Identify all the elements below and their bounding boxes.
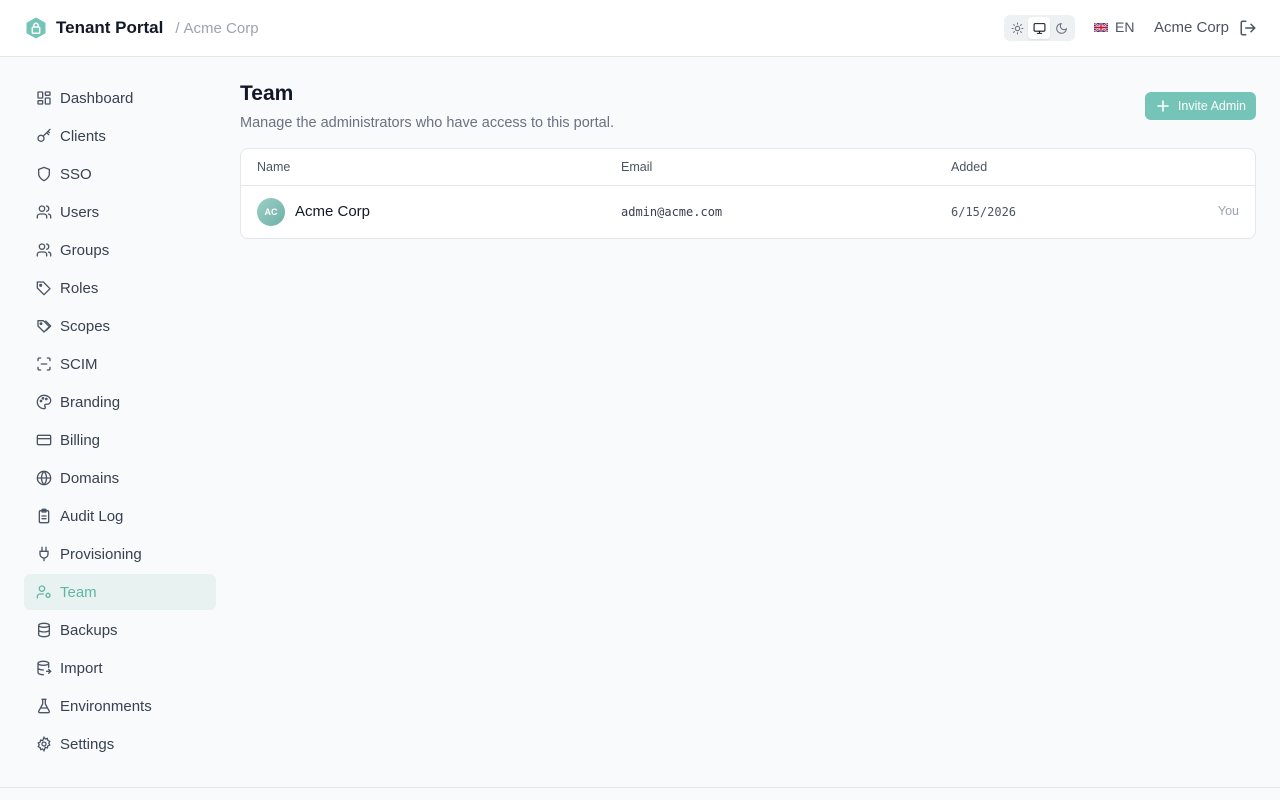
app-title: Tenant Portal — [56, 18, 164, 37]
sidebar-item-label: Clients — [60, 127, 106, 145]
tags-icon — [36, 318, 52, 334]
sidebar-item-scopes[interactable]: Scopes — [24, 308, 216, 344]
sidebar-item-users[interactable]: Users — [24, 194, 216, 230]
gear-icon — [36, 736, 52, 752]
sidebar-item-label: Domains — [60, 469, 120, 487]
dashboard-icon — [36, 90, 52, 106]
sidebar-item-sso[interactable]: SSO — [24, 156, 216, 192]
sidebar-item-provisioning[interactable]: Provisioning — [24, 536, 216, 572]
tag-icon — [36, 280, 52, 296]
database-icon — [36, 622, 52, 638]
sidebar-item-audit-log[interactable]: Audit Log — [24, 498, 216, 534]
team-table: Name Email Added AC Acme Corp admin@acme… — [240, 148, 1256, 239]
sidebar-item-clients[interactable]: Clients — [24, 118, 216, 154]
sidebar-item-label: Scopes — [60, 317, 111, 335]
user-cog-icon — [36, 584, 52, 600]
sidebar-item-settings[interactable]: Settings — [24, 726, 216, 762]
column-header-email: Email — [621, 160, 653, 174]
palette-icon — [36, 394, 52, 410]
theme-light-button[interactable] — [1006, 17, 1028, 39]
main-content: Team Manage the administrators who have … — [240, 80, 1256, 239]
uk-flag-icon — [1094, 22, 1108, 32]
sidebar-item-import[interactable]: Import — [24, 650, 216, 686]
sidebar-item-label: Branding — [60, 393, 121, 411]
top-header: Tenant Portal / Acme Corp EN Acme Corp — [0, 0, 1280, 57]
logout-icon — [1240, 20, 1256, 36]
sidebar-item-team[interactable]: Team — [24, 574, 216, 610]
sidebar-item-environments[interactable]: Environments — [24, 688, 216, 724]
column-header-added: Added — [951, 160, 988, 174]
page-subtitle: Manage the administrators who have acces… — [240, 115, 614, 131]
table-row: AC Acme Corp admin@acme.com 6/15/2026 Yo… — [241, 186, 1255, 238]
sidebar-item-label: Users — [60, 203, 100, 221]
sidebar-item-domains[interactable]: Domains — [24, 460, 216, 496]
theme-system-button[interactable] — [1028, 17, 1050, 39]
theme-dark-button[interactable] — [1050, 17, 1072, 39]
sidebar-item-backups[interactable]: Backups — [24, 612, 216, 648]
sidebar-item-label: Environments — [60, 697, 152, 715]
sidebar-item-label: SSO — [60, 165, 92, 183]
shield-icon — [36, 166, 52, 182]
scan-icon — [36, 356, 52, 372]
app-logo-icon — [24, 16, 48, 40]
flask-icon — [36, 698, 52, 714]
admin-added-date: 6/15/2026 — [951, 205, 1017, 219]
language-switcher[interactable]: EN — [1094, 19, 1134, 35]
sidebar-nav: Dashboard Clients SSO Users Groups Roles… — [24, 80, 216, 764]
users-icon — [36, 242, 52, 258]
monitor-icon — [1033, 22, 1045, 34]
sidebar-item-label: SCIM — [60, 355, 98, 373]
logout-button[interactable] — [1239, 19, 1257, 37]
current-user-tag: You — [1217, 204, 1239, 218]
sidebar-item-label: Settings — [60, 735, 115, 753]
breadcrumb-tenant: Acme Corp — [183, 19, 259, 37]
account-name[interactable]: Acme Corp — [1154, 19, 1229, 36]
sun-icon — [1011, 22, 1023, 34]
globe-icon — [36, 470, 52, 486]
sidebar-item-label: Import — [60, 659, 103, 677]
page-title: Team — [240, 82, 294, 105]
sidebar-item-branding[interactable]: Branding — [24, 384, 216, 420]
admin-name: Acme Corp — [295, 203, 371, 220]
plus-icon — [1157, 100, 1169, 112]
sidebar-item-scim[interactable]: SCIM — [24, 346, 216, 382]
sidebar-item-roles[interactable]: Roles — [24, 270, 216, 306]
moon-icon — [1055, 22, 1067, 34]
column-header-name: Name — [257, 160, 291, 174]
key-icon — [36, 128, 52, 144]
sidebar-item-label: Billing — [60, 431, 101, 449]
sidebar-item-groups[interactable]: Groups — [24, 232, 216, 268]
invite-admin-button[interactable]: Invite Admin — [1144, 92, 1256, 120]
credit-card-icon — [36, 432, 52, 448]
plug-icon — [36, 546, 52, 562]
avatar: AC — [257, 198, 285, 226]
breadcrumb: / Acme Corp — [175, 19, 259, 37]
sidebar-item-label: Provisioning — [60, 545, 142, 563]
database-import-icon — [36, 660, 52, 676]
admin-email: admin@acme.com — [621, 205, 723, 219]
sidebar-item-label: Dashboard — [60, 89, 134, 107]
users-icon — [36, 204, 52, 220]
sidebar-item-label: Audit Log — [60, 507, 124, 525]
sidebar-item-label: Backups — [60, 621, 118, 639]
sidebar-item-label: Groups — [60, 241, 110, 259]
clipboard-icon — [36, 508, 52, 524]
brand[interactable]: Tenant Portal / Acme Corp — [24, 16, 259, 40]
sidebar-item-label: Roles — [60, 279, 99, 297]
sidebar-item-dashboard[interactable]: Dashboard — [24, 80, 216, 116]
language-label: EN — [1115, 19, 1135, 35]
sidebar-item-label: Team — [60, 583, 97, 601]
sidebar-item-billing[interactable]: Billing — [24, 422, 216, 458]
footer-divider — [0, 787, 1280, 788]
theme-toggle — [1004, 15, 1075, 41]
table-header: Name Email Added — [241, 149, 1255, 186]
invite-admin-label: Invite Admin — [1177, 99, 1246, 113]
